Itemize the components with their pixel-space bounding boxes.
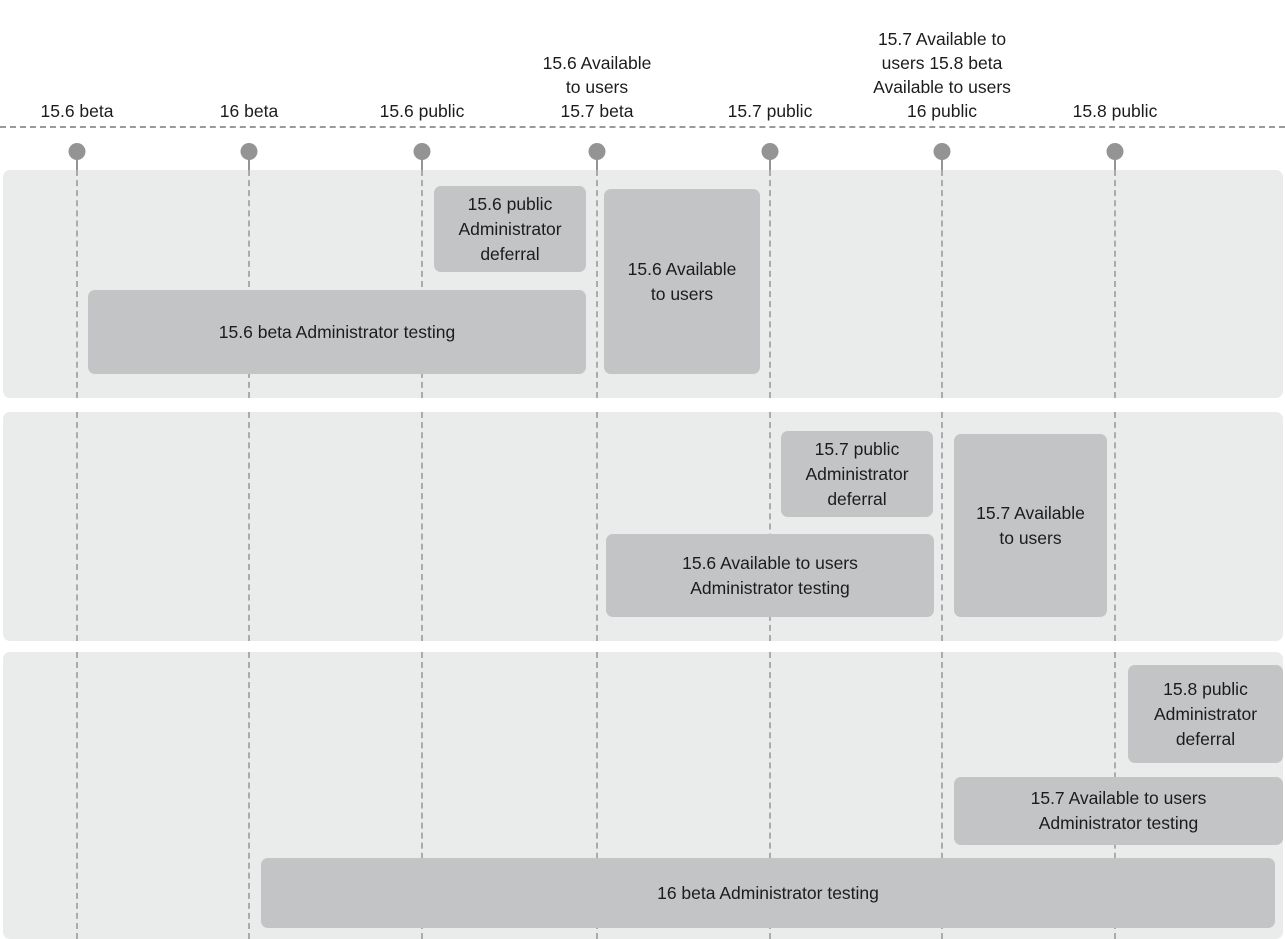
gridline-m6 bbox=[941, 412, 943, 641]
milestone-label-text: 15.8 public bbox=[1072, 101, 1158, 121]
gridline-m7 bbox=[1114, 412, 1116, 641]
gridline-m1 bbox=[76, 170, 78, 398]
bar-label: 15.8 public Administrator deferral bbox=[1153, 678, 1258, 749]
bar-label: 15.6 Available to users bbox=[627, 258, 737, 304]
bar-15-6-available-to-users-admin-testing[interactable]: 15.6 Available to users Administrator te… bbox=[606, 534, 934, 617]
gridline-m3 bbox=[421, 412, 423, 641]
bar-label: 15.6 Available to users Administrator te… bbox=[682, 552, 858, 598]
bar-15-6-public-admin-deferral[interactable]: 15.6 public Administrator deferral bbox=[434, 186, 586, 272]
swimlane-lane-3: 15.8 public Administrator deferral 15.7 A… bbox=[3, 652, 1283, 939]
gridline-m2 bbox=[248, 412, 250, 641]
gridline-m2 bbox=[248, 652, 250, 939]
gridline-m7 bbox=[1114, 170, 1116, 398]
timeline-axis bbox=[0, 126, 1285, 128]
gridline-m6 bbox=[941, 170, 943, 398]
swimlane-lane-1: 15.6 public Administrator deferral 15.6 A… bbox=[3, 170, 1283, 398]
bar-16-beta-admin-testing[interactable]: 16 beta Administrator testing bbox=[261, 858, 1275, 928]
gridline-m1 bbox=[76, 412, 78, 641]
bar-label: 15.6 beta Administrator testing bbox=[218, 321, 456, 342]
bar-15-6-beta-admin-testing[interactable]: 15.6 beta Administrator testing bbox=[88, 290, 586, 374]
bar-label: 15.7 Available to users Administrator te… bbox=[1030, 788, 1207, 833]
gridline-m5 bbox=[769, 170, 771, 398]
gridline-m1 bbox=[76, 652, 78, 939]
swimlane-lane-2: 15.7 public Administrator deferral 15.7 A… bbox=[3, 412, 1283, 641]
bar-15-7-public-admin-deferral[interactable]: 15.7 public Administrator deferral bbox=[781, 431, 933, 517]
milestone-label-m7: 15.8 public bbox=[1005, 0, 1225, 126]
bar-label: 15.7 Available to users bbox=[976, 502, 1085, 548]
bar-label: 15.6 public Administrator deferral bbox=[458, 193, 562, 264]
gridline-m4 bbox=[596, 412, 598, 641]
bar-label: 16 beta Administrator testing bbox=[657, 882, 879, 903]
bar-15-6-available-to-users[interactable]: 15.6 Available to users bbox=[604, 189, 760, 374]
release-timeline-diagram: 15.6 beta 16 beta 15.6 public 15.6 Availabl… bbox=[0, 0, 1285, 939]
bar-15-8-public-admin-deferral[interactable]: 15.8 public Administrator deferral bbox=[1128, 665, 1283, 763]
bar-15-7-available-to-users[interactable]: 15.7 Available to users bbox=[954, 434, 1107, 617]
bar-label: 15.7 public Administrator deferral bbox=[805, 438, 909, 509]
gridline-m4 bbox=[596, 170, 598, 398]
bar-15-7-available-to-users-admin-testing[interactable]: 15.7 Available to users Administrator te… bbox=[954, 777, 1283, 845]
